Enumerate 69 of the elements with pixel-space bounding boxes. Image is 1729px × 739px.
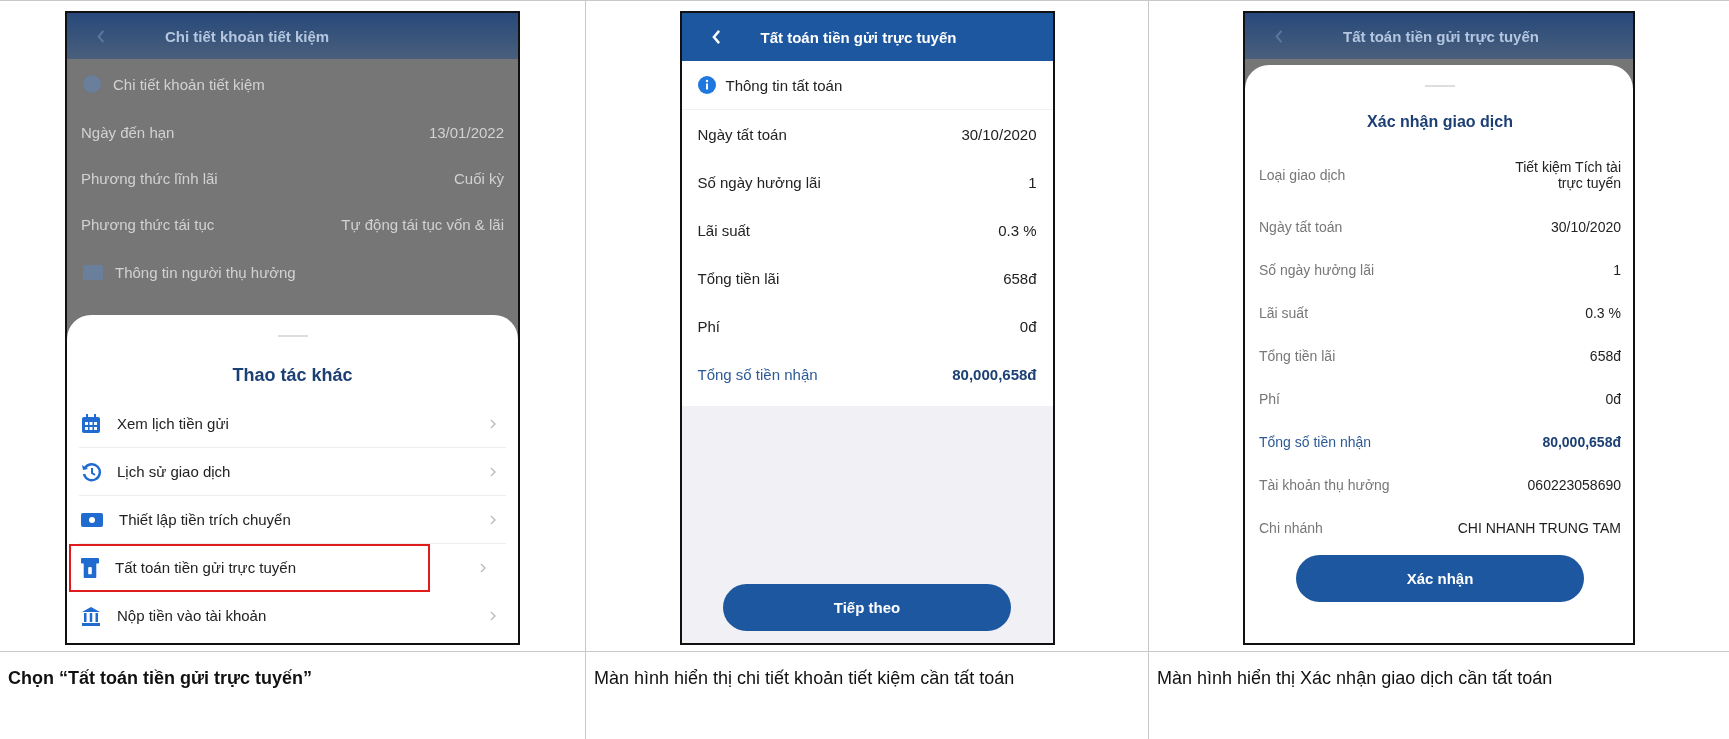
confirm-button[interactable]: Xác nhận — [1296, 555, 1584, 602]
field-value: 0đ — [1019, 317, 1037, 335]
bank-icon — [81, 605, 101, 626]
field-label: Tổng tiền lãi — [697, 269, 780, 287]
field-label: Tổng số tiền nhận — [697, 365, 818, 383]
history-icon — [81, 461, 101, 482]
field-value: 80,000,658đ — [952, 365, 1037, 383]
screen-title: Chi tiết khoản tiết kiệm — [165, 27, 330, 45]
field-label: Phí — [697, 317, 720, 335]
field-label: Ngày tất toán — [697, 125, 787, 143]
field-value: 060223058690 — [1527, 476, 1621, 493]
field-value: Cuối kỳ — [453, 169, 504, 187]
field-value: 1 — [1028, 173, 1037, 191]
field-label: Phương thức lĩnh lãi — [81, 169, 218, 187]
field-value: CHI NHANH TRUNG TAM — [1457, 519, 1621, 536]
chevron-right-icon — [490, 466, 496, 477]
field-value: 658đ — [1589, 347, 1621, 364]
field-value: 0đ — [1605, 390, 1621, 407]
drag-handle — [1425, 85, 1455, 87]
field-label: Phí — [1259, 390, 1280, 407]
field-value: Tiết kiệm Tích tài trực tuyến — [1514, 159, 1621, 191]
back-icon[interactable] — [711, 30, 721, 44]
caption-text: Chọn “Tất toán tiền gửi trực tuyến” — [8, 667, 314, 690]
field-value: 0.3 % — [1585, 304, 1621, 321]
sheet-title: Xác nhận giao dịch — [1366, 113, 1514, 131]
section-title: Thông tin người thụ hưởng — [115, 263, 296, 281]
field-value: 0.3 % — [998, 221, 1037, 239]
field-value: 1 — [1613, 261, 1621, 278]
field-label: Ngày tất toán — [1259, 218, 1343, 235]
chevron-right-icon — [480, 563, 486, 573]
field-label: Chi nhánh — [1259, 519, 1323, 536]
field-value: 658đ — [1003, 269, 1037, 287]
field-label: Ngày đến hạn — [81, 123, 175, 141]
menu-item[interactable]: Lịch sử giao dịch — [79, 448, 506, 496]
field-label: Tổng tiền lãi — [1259, 347, 1336, 364]
field-value: 13/01/2022 — [428, 123, 504, 141]
calendar-icon — [81, 413, 101, 434]
field-label: Phương thức tái tục — [81, 215, 215, 233]
field-label: Lãi suất — [697, 221, 751, 239]
sheet-title: Thao tác khác — [231, 365, 354, 386]
back-icon — [1275, 29, 1283, 43]
back-icon — [97, 29, 105, 43]
section-title: Thông tin tất toán — [725, 76, 843, 94]
field-value: Tự động tái tục vốn & lãi — [341, 215, 504, 233]
caption-text: Màn hình hiển thị chi tiết khoản tiết kiệm cần tất toán — [594, 667, 1016, 690]
chevron-right-icon — [490, 514, 496, 525]
screen-title: Tất toán tiền gửi trực tuyến — [760, 28, 957, 46]
screen-title: Tất toán tiền gửi trực tuyến — [1343, 27, 1539, 45]
menu-item[interactable]: Tất toán tiền gửi trực tuyến — [69, 544, 430, 592]
field-label: Số ngày hưởng lãi — [697, 173, 821, 191]
field-value: 80,000,658đ — [1542, 433, 1621, 450]
next-button[interactable]: Tiếp theo — [723, 584, 1011, 631]
menu-item[interactable]: Thiết lập tiền trích chuyển — [79, 496, 506, 544]
drag-handle — [277, 335, 308, 337]
caption-text: Màn hình hiển thị Xác nhận giao dịch cần tất toán — [1157, 667, 1554, 690]
menu-item[interactable]: Nộp tiền vào tài khoản — [79, 592, 506, 639]
menu-item[interactable]: Xem lịch tiền gửi — [79, 400, 506, 448]
field-label: Lãi suất — [1259, 304, 1309, 321]
receipt-icon — [81, 557, 99, 578]
field-value: 30/10/2020 — [1550, 218, 1621, 235]
cash-icon — [81, 512, 103, 527]
field-label: Loại giao dịch — [1259, 167, 1346, 183]
field-label: Tổng số tiền nhận — [1259, 433, 1372, 450]
chevron-right-icon — [490, 418, 496, 429]
section-title: Chi tiết khoản tiết kiệm — [113, 75, 265, 93]
field-value: 30/10/2020 — [961, 125, 1037, 143]
field-label: Số ngày hưởng lãi — [1259, 261, 1375, 278]
chevron-right-icon — [490, 610, 496, 621]
field-label: Tài khoản thụ hưởng — [1259, 476, 1390, 493]
